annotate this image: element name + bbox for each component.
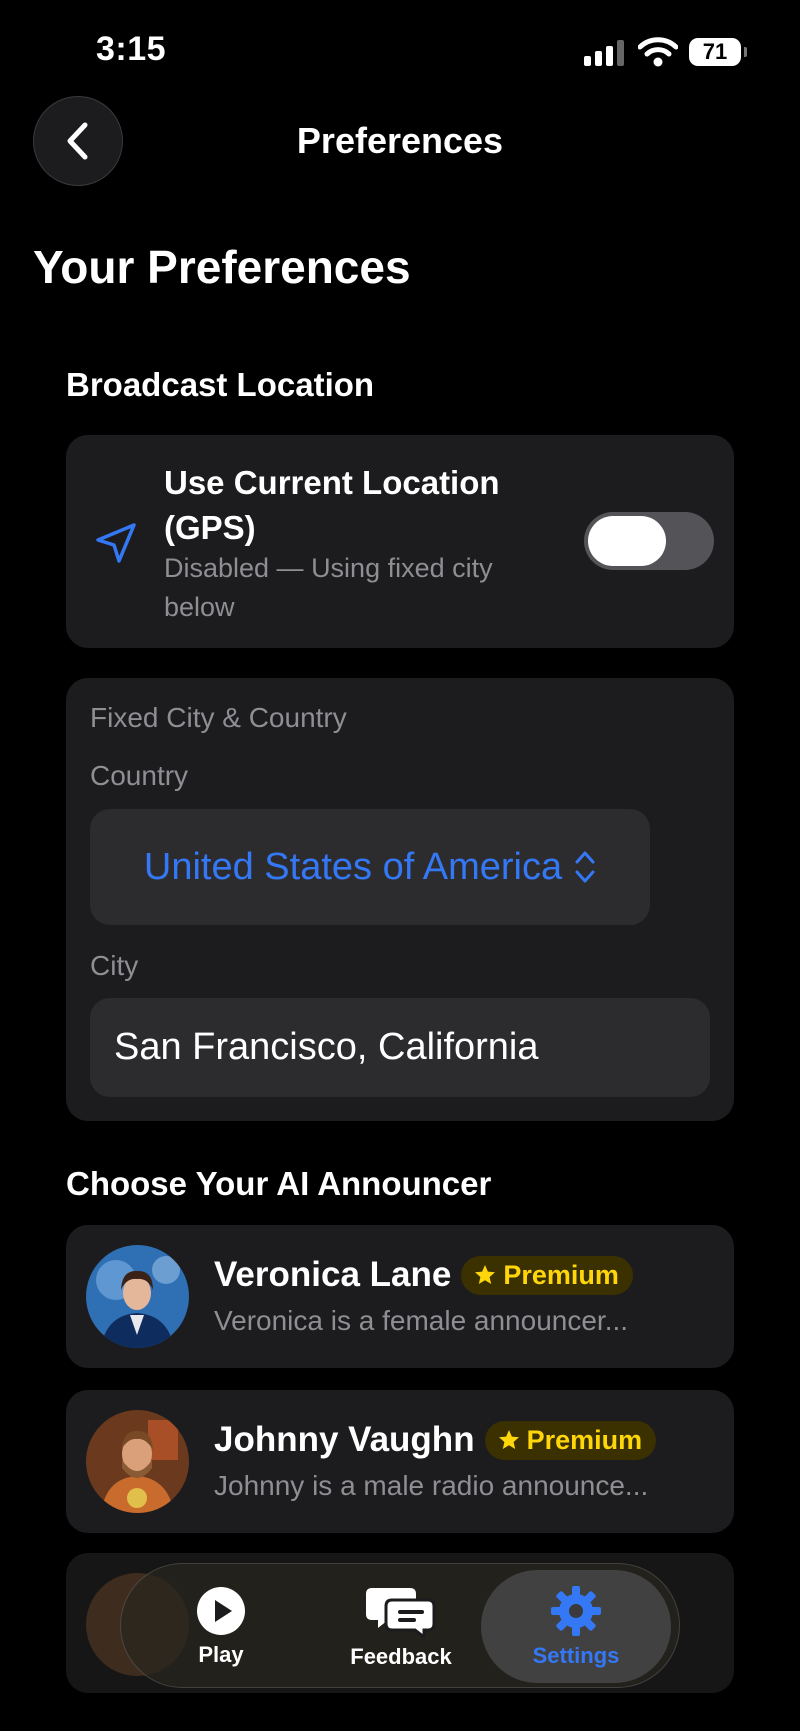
status-bar: 3:15 71 [0,0,800,100]
gps-title: Use Current Location (GPS) [164,464,500,546]
tab-feedback-label: Feedback [350,1643,452,1669]
location-arrow-icon [96,523,136,563]
avatar [86,1245,189,1348]
fixed-location-card-title: Fixed City & Country [90,702,347,733]
play-circle-icon [197,1586,245,1635]
star-icon [475,1265,496,1284]
announcer-card-johnny[interactable]: Johnny Vaughn Premium Johnny is a male r… [66,1390,734,1533]
announcer-name: Veronica Lane [214,1255,452,1294]
gps-subtitle: Disabled — Using fixed city below [164,553,493,622]
chevron-up-down-icon [575,851,595,883]
toggle-knob [588,516,666,566]
city-field[interactable]: San Francisco, California [90,998,710,1097]
chat-bubbles-icon [366,1587,436,1638]
avatar [86,1410,189,1513]
gear-icon [551,1585,601,1636]
premium-badge: Premium [484,1420,657,1460]
tab-settings-label: Settings [532,1642,620,1668]
premium-badge-label: Premium [503,1259,619,1290]
fixed-location-card: Fixed City & Country Country United Stat… [66,678,734,1121]
section-title-broadcast-location: Broadcast Location [66,366,375,403]
country-label: Country [90,760,189,791]
premium-badge-label: Premium [526,1424,643,1455]
announcer-name: Johnny Vaughn [214,1420,475,1459]
country-select[interactable]: United States of America [90,809,650,925]
tab-play-label: Play [198,1641,244,1667]
star-icon [498,1430,519,1449]
tab-feedback[interactable]: Feedback [331,1564,471,1689]
gps-toggle[interactable] [584,512,714,570]
country-value: United States of America [143,845,563,888]
section-title-announcers: Choose Your AI Announcer [66,1165,492,1202]
tab-play[interactable]: Play [161,1564,281,1689]
tab-bar: Play Feedback Settings [120,1563,680,1688]
nav-title: Preferences [296,120,504,161]
announcer-name-row: Johnny Vaughn Premium [214,1420,657,1460]
gps-location-card: Use Current Location (GPS) Disabled — Us… [66,435,734,648]
cellular-signal-icon [584,40,626,66]
premium-badge: Premium [461,1255,633,1295]
tab-settings[interactable]: Settings [481,1570,671,1683]
announcer-name-row: Veronica Lane Premium [214,1255,633,1295]
status-time: 3:15 [96,30,167,68]
wifi-icon [638,37,678,67]
announcer-description: Johnny is a male radio announce... [214,1470,649,1501]
page-title: Your Preferences [33,241,411,293]
battery-icon: 71 [689,38,747,66]
city-label: City [90,950,139,981]
announcer-card-veronica[interactable]: Veronica Lane Premium Veronica is a fema… [66,1225,734,1368]
announcer-description: Veronica is a female announcer... [214,1305,629,1336]
